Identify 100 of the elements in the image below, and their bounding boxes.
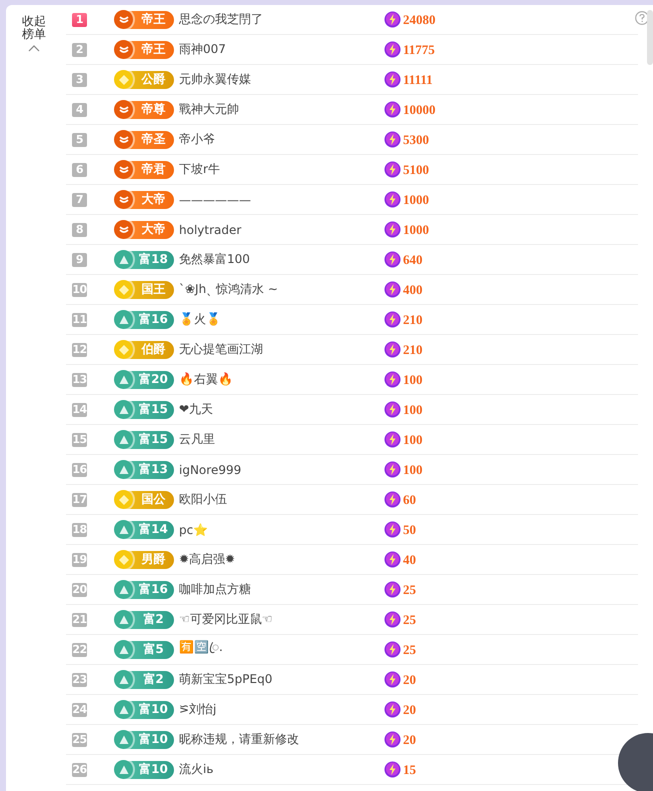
score-value: 50 — [403, 522, 416, 538]
user-name: 🏅火🏅 — [179, 311, 222, 328]
collapse-leaderboard-link[interactable]: 收起榜单 — [20, 15, 48, 41]
level-badge: 富16 — [116, 310, 174, 328]
level-badge: 帝圣 — [116, 130, 174, 148]
lightning-coin-icon — [384, 671, 401, 688]
rank-badge: 4 — [72, 102, 87, 116]
score-value: 210 — [403, 312, 422, 328]
user-name: 流火iь — [179, 761, 214, 778]
user-name: 咖啡加点方糖 — [179, 581, 252, 598]
user-name: 戰神大元帥 — [179, 101, 240, 118]
chevron-up-icon[interactable] — [28, 45, 40, 52]
level-badge: 大帝 — [116, 190, 174, 208]
user-name: 萌新宝宝5pPEq0 — [179, 671, 274, 688]
level-badge: 伯爵 — [116, 340, 174, 358]
user-name: 欧阳小伍 — [179, 491, 228, 508]
score-value: 25 — [403, 582, 416, 598]
user-name: 元帅永翼传媒 — [179, 71, 252, 88]
rank-badge: 11 — [72, 312, 87, 326]
user-name: 免然暴富100 — [179, 251, 251, 268]
user-name: pc⭐ — [179, 522, 210, 536]
level-badge: 大帝 — [116, 220, 174, 238]
lightning-coin-icon — [384, 491, 401, 508]
lightning-coin-icon — [384, 131, 401, 148]
lightning-coin-icon — [384, 281, 401, 298]
level-badge: 富10 — [116, 730, 174, 748]
rank-badge: 9 — [72, 252, 87, 266]
score-value: 10000 — [403, 102, 436, 118]
score-value: 20 — [403, 672, 416, 688]
user-name: ✹高启强✹ — [179, 551, 236, 568]
score-value: 40 — [403, 552, 416, 568]
level-badge: 富13 — [116, 460, 174, 478]
level-badge: 富2 — [116, 610, 174, 628]
rank-badge: 17 — [72, 492, 87, 506]
rank-badge: 10 — [72, 282, 87, 296]
score-value: 400 — [403, 282, 422, 298]
lightning-coin-icon — [384, 461, 401, 478]
user-name: ˋ❀Jhˎ 惊鸿清水 ~ — [179, 281, 279, 298]
score-value: 210 — [403, 342, 422, 358]
lightning-coin-icon — [384, 191, 401, 208]
score-value: 1000 — [403, 192, 429, 208]
lightning-coin-icon — [384, 341, 401, 358]
lightning-coin-icon — [384, 371, 401, 388]
user-name: ❤九天 — [179, 401, 214, 418]
rank-badge: 1 — [72, 12, 87, 26]
level-badge: 富20 — [116, 370, 174, 388]
lightning-coin-icon — [384, 401, 401, 418]
rank-badge: 20 — [72, 582, 87, 596]
lightning-coin-icon — [384, 611, 401, 628]
lightning-coin-icon — [384, 521, 401, 538]
lightning-coin-icon — [384, 581, 401, 598]
level-badge: 帝尊 — [116, 100, 174, 118]
level-badge: 富2 — [116, 670, 174, 688]
rank-badge: 6 — [72, 162, 87, 176]
user-name: ☜可爱冈比亚鼠☜ — [179, 611, 274, 628]
rank-badge: 26 — [72, 762, 87, 776]
user-name: 🔥右翼🔥 — [179, 371, 234, 388]
score-value: 11111 — [403, 72, 433, 88]
score-value: 60 — [403, 492, 416, 508]
level-badge: 帝王 — [116, 10, 174, 28]
rank-badge: 25 — [72, 732, 87, 746]
score-value: 24080 — [403, 12, 436, 28]
lightning-coin-icon — [384, 641, 401, 658]
rank-badge: 13 — [72, 372, 87, 386]
lightning-coin-icon — [384, 761, 401, 778]
score-value: 1000 — [403, 222, 429, 238]
rank-badge: 8 — [72, 222, 87, 236]
score-value: 100 — [403, 462, 422, 478]
lightning-coin-icon — [384, 101, 401, 118]
lightning-coin-icon — [384, 161, 401, 178]
rank-badge: 22 — [72, 642, 87, 656]
score-value: 15 — [403, 762, 416, 778]
level-badge: 国王 — [116, 280, 174, 298]
level-badge: 帝王 — [116, 40, 174, 58]
score-value: 5300 — [403, 132, 429, 148]
user-name: ⪞刘怡j — [179, 701, 218, 718]
level-badge: 国公 — [116, 490, 174, 508]
user-name: 下坡r牛 — [179, 161, 221, 178]
lightning-coin-icon — [384, 11, 401, 28]
rank-badge: 7 — [72, 192, 87, 206]
lightning-coin-icon — [384, 551, 401, 568]
level-badge: 富18 — [116, 250, 174, 268]
lightning-coin-icon — [384, 71, 401, 88]
level-badge: 帝君 — [116, 160, 174, 178]
help-icon[interactable] — [635, 11, 649, 25]
level-badge: 富10 — [116, 760, 174, 778]
rank-badge: 14 — [72, 402, 87, 416]
score-value: 5100 — [403, 162, 429, 178]
rank-badge: 21 — [72, 612, 87, 626]
level-badge: 男爵 — [116, 550, 174, 568]
rank-badge: 12 — [72, 342, 87, 356]
score-value: 100 — [403, 432, 422, 448]
rank-badge: 5 — [72, 132, 87, 146]
user-name: 雨神007 — [179, 41, 227, 58]
lightning-coin-icon — [384, 431, 401, 448]
lightning-coin-icon — [384, 41, 401, 58]
user-name: 帝小爷 — [179, 131, 216, 148]
scrollbar-thumb[interactable] — [647, 10, 653, 65]
rank-badge: 16 — [72, 462, 87, 476]
rank-badge: 15 — [72, 432, 87, 446]
